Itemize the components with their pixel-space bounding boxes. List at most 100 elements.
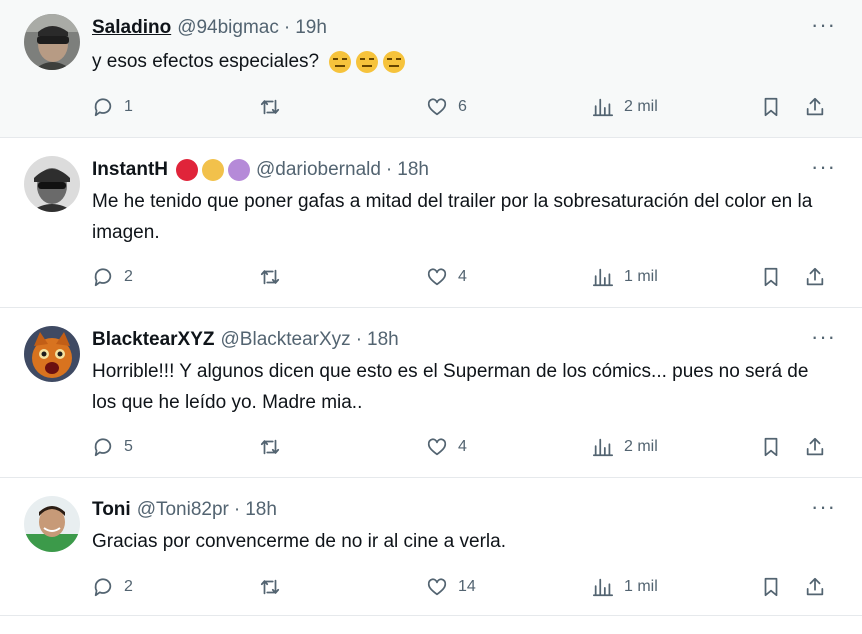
share-icon [806,267,824,286]
like-button[interactable]: 14 [426,576,476,598]
like-count: 4 [458,268,467,285]
heart-icon [427,438,447,456]
share-button[interactable] [804,96,826,118]
share-icon [806,577,824,596]
heart-icon [427,268,447,286]
views-button[interactable]: 1 mil [592,576,658,598]
tweet[interactable]: InstantH @dariobernald · 18h ··· Me he t… [0,138,862,308]
separator: · [233,499,241,520]
reply-count: 5 [124,438,133,455]
reply-button[interactable]: 2 [92,266,133,288]
avatar[interactable] [24,14,80,70]
like-button[interactable]: 4 [426,436,467,458]
heart-icon [427,578,447,596]
bookmark-button[interactable] [760,266,782,288]
retweet-button[interactable] [259,576,281,598]
author-handle[interactable]: @Toni82pr [137,499,229,521]
retweet-icon [260,579,280,595]
reply-button[interactable]: 2 [92,576,133,598]
retweet-button[interactable] [259,96,281,118]
view-count: 1 mil [624,268,658,285]
views-button[interactable]: 2 mil [592,96,658,118]
views-button[interactable]: 2 mil [592,436,658,458]
like-count: 14 [458,578,476,595]
retweet-button[interactable] [259,436,281,458]
author-name[interactable]: InstantH [92,159,168,181]
more-icon[interactable]: ··· [811,14,836,36]
emoji-group [328,50,406,74]
reply-button[interactable]: 5 [92,436,133,458]
share-button[interactable] [804,576,826,598]
view-count: 2 mil [624,98,658,115]
tweet-actions: 1 6 2 mil [92,92,832,122]
avatar[interactable] [24,496,80,552]
tweet[interactable]: Saladino @94bigmac · 19h ··· y esos efec… [0,0,862,138]
tweet-text-content: y esos efectos especiales? [92,51,320,72]
bookmark-button[interactable] [760,436,782,458]
like-count: 6 [458,98,467,115]
like-button[interactable]: 6 [426,96,467,118]
views-icon [592,438,614,457]
view-count: 2 mil [624,438,658,455]
views-button[interactable]: 1 mil [592,266,658,288]
avatar[interactable] [24,326,80,382]
author-handle[interactable]: @94bigmac [177,17,279,39]
views-icon [592,268,614,287]
retweet-icon [260,269,280,285]
bookmark-icon [764,437,778,457]
more-icon[interactable]: ··· [811,156,836,178]
name-badges [176,159,250,181]
red-circle-badge [176,159,198,181]
more-icon[interactable]: ··· [811,326,836,348]
tweet-text: Horrible!!! Y algunos dicen que esto es … [92,361,809,413]
timestamp[interactable]: 18h [397,159,429,181]
more-icon[interactable]: ··· [811,496,836,518]
author-name[interactable]: Saladino [92,17,171,39]
expressionless-face-emoji [356,50,379,73]
share-button[interactable] [804,266,826,288]
timestamp[interactable]: 19h [295,17,327,39]
author-handle[interactable]: @BlacktearXyz [221,329,351,351]
bookmark-button[interactable] [760,96,782,118]
view-count: 1 mil [624,578,658,595]
reply-button[interactable]: 1 [92,96,133,118]
reply-icon [94,578,112,597]
tweet-actions: 5 4 2 mil [92,432,832,462]
like-button[interactable]: 4 [426,266,467,288]
bookmark-icon [764,267,778,287]
author-name[interactable]: Toni [92,499,131,521]
separator: · [283,17,291,38]
author-handle[interactable]: @dariobernald [256,159,381,181]
views-icon [592,98,614,117]
tweet[interactable]: BlacktearXYZ @BlacktearXyz · 18h ··· Hor… [0,308,862,478]
tweet-text: y esos efectos especiales? [92,46,822,77]
author-name[interactable]: BlacktearXYZ [92,329,215,351]
avatar[interactable] [24,156,80,212]
separator: · [385,159,393,180]
tweet[interactable]: Toni @Toni82pr · 18h ··· Gracias por con… [0,478,862,616]
views-icon [592,578,614,597]
retweet-icon [260,99,280,115]
reply-icon [94,438,112,457]
tweet-actions: 2 14 1 mil [92,572,832,602]
bookmark-icon [764,97,778,117]
share-button[interactable] [804,436,826,458]
tweet-text: Gracias por convencerme de no ir al cine… [92,531,506,552]
share-icon [806,97,824,116]
retweet-icon [260,439,280,455]
tweet-text: Me he tenido que poner gafas a mitad del… [92,191,813,243]
expressionless-face-emoji [329,50,352,73]
separator: · [355,329,363,350]
reply-count: 2 [124,268,133,285]
yellow-circle-badge [202,159,224,181]
bookmark-button[interactable] [760,576,782,598]
bookmark-icon [764,577,778,597]
heart-icon [427,98,447,116]
reply-count: 2 [124,578,133,595]
retweet-button[interactable] [259,266,281,288]
timestamp[interactable]: 18h [245,499,277,521]
like-count: 4 [458,438,467,455]
share-icon [806,437,824,456]
reply-icon [94,98,112,117]
timestamp[interactable]: 18h [367,329,399,351]
